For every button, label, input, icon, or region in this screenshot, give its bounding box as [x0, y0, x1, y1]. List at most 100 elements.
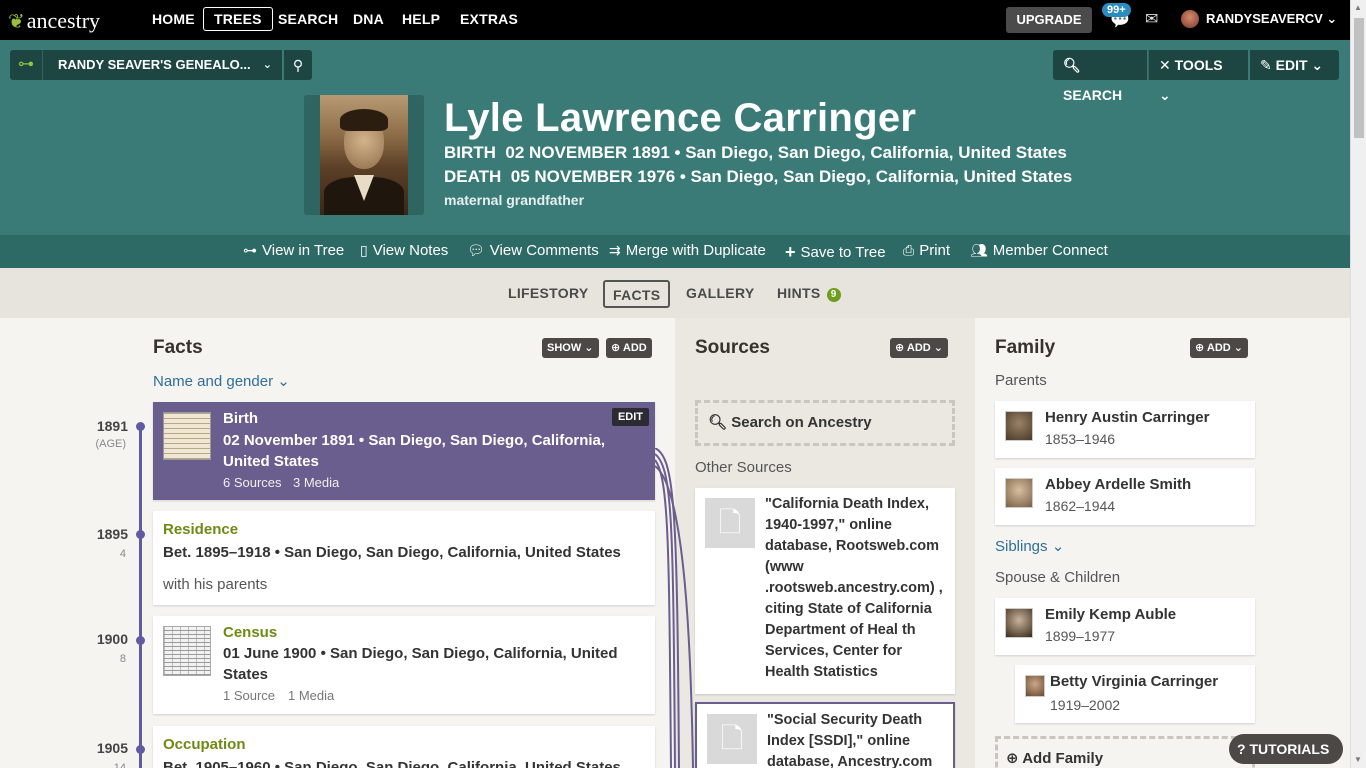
member-connect-link[interactable]: 👥︎ Member Connect — [970, 242, 1108, 259]
parent-card-father[interactable]: Henry Austin Carringer 1853–1946 — [995, 401, 1255, 458]
timeline-line — [139, 426, 142, 768]
fact-media-count[interactable]: 3 Media — [293, 475, 339, 490]
source-card-selected[interactable]: 🗋︎ "Social Security Death Index [SSDI],"… — [695, 702, 955, 768]
portrait-image — [320, 95, 408, 215]
nav-search[interactable]: SEARCH — [278, 8, 338, 30]
page-scrollbar[interactable]: ▲ ▼ — [1350, 0, 1366, 768]
spouse-children-label: Spouse & Children — [995, 569, 1121, 586]
fact-title: Birth — [223, 410, 258, 427]
person-name: Abbey Ardelle Smith — [1045, 476, 1192, 493]
timeline-dot — [136, 422, 145, 431]
fact-census[interactable]: Census 01 June 1900 • San Diego, San Die… — [153, 616, 655, 714]
user-avatar[interactable] — [1181, 10, 1199, 28]
tree-icon[interactable]: ⊶ — [10, 50, 42, 80]
upgrade-button[interactable]: UPGRADE — [1006, 7, 1092, 33]
add-source-button[interactable]: ⊕ ADD ⌄ — [890, 338, 948, 358]
search-icon: 🔍︎ — [1063, 57, 1081, 73]
show-button[interactable]: SHOW ⌄ — [542, 338, 599, 358]
plus-circle-icon: ⊕ — [1006, 750, 1019, 767]
person-name: Emily Kemp Auble — [1045, 606, 1177, 623]
relationship-label: maternal grandfather — [444, 192, 585, 208]
nav-help[interactable]: HELP — [402, 8, 440, 30]
siblings-toggle[interactable]: Siblings ⌄ — [995, 537, 1064, 555]
merge-duplicate-link[interactable]: ⇉ Merge with Duplicate — [609, 242, 766, 259]
add-family-button[interactable]: ⊕ Add Family — [995, 736, 1255, 768]
facts-heading: Facts — [153, 337, 203, 358]
census-record-thumbnail[interactable] — [163, 626, 211, 676]
username[interactable]: RANDYSEAVERCV ⌄ — [1206, 11, 1337, 27]
document-icon: 🗋︎ — [707, 714, 757, 764]
plus-circle-icon: ⊕ — [1195, 342, 1205, 354]
avatar — [1025, 675, 1045, 697]
death-summary: DEATH 05 NOVEMBER 1976 • San Diego, San … — [444, 167, 1073, 186]
mail-icon[interactable]: ✉ — [1145, 9, 1158, 29]
nav-home[interactable]: HOME — [152, 8, 195, 30]
view-comments-link[interactable]: 💬︎ View Comments — [467, 242, 599, 259]
name-gender-toggle[interactable]: Name and gender ⌄ — [153, 372, 290, 390]
tab-gallery[interactable]: GALLERY — [678, 280, 762, 308]
edit-button[interactable]: ✎ EDIT ⌄ — [1250, 50, 1339, 80]
tab-lifestory[interactable]: LIFESTORY — [500, 280, 597, 308]
fact-sources-count[interactable]: 1 Source — [223, 688, 275, 703]
source-citation: "Social Security Death Index [SSDI]," on… — [767, 712, 933, 768]
scroll-thumb[interactable] — [1354, 18, 1364, 138]
sources-heading: Sources — [695, 337, 770, 358]
ancestry-logo[interactable]: ❦ ancestry — [8, 8, 100, 34]
fact-detail: 01 June 1900 • San Diego, San Diego, Cal… — [223, 645, 618, 683]
notes-icon: ▯ — [360, 242, 368, 258]
person-header: ⊶ RANDY SEAVER'S GENEALO... ⌄ ⚲ 🔍︎ SEARCH… — [0, 40, 1350, 235]
scroll-up-icon[interactable]: ▲ — [1354, 3, 1362, 12]
scroll-down-icon[interactable]: ▼ — [1354, 755, 1362, 764]
view-notes-link[interactable]: ▯ View Notes — [360, 242, 448, 259]
fact-year: 1905 — [96, 740, 128, 756]
child-card[interactable]: Betty Virginia Carringer 1919–2002 — [1015, 665, 1255, 723]
person-dates: 1919–2002 — [1050, 697, 1121, 713]
nav-extras[interactable]: EXTRAS — [460, 8, 518, 30]
print-link[interactable]: ⎙ Print — [903, 242, 950, 259]
fact-age: 14 — [113, 762, 126, 768]
tab-hints[interactable]: HINTS 9 — [769, 280, 849, 308]
fact-sources-count[interactable]: 6 Sources — [223, 475, 282, 490]
fact-title: Census — [223, 624, 278, 641]
person-name: Lyle Lawrence Carringer — [444, 96, 917, 140]
tab-facts[interactable]: FACTS — [603, 280, 671, 308]
fact-occupation[interactable]: Occupation Bet. 1905–1960 • San Diego, S… — [153, 726, 655, 768]
tree-selector[interactable]: RANDY SEAVER'S GENEALO... ⌄ — [42, 50, 282, 80]
tools-button[interactable]: ✕ TOOLS ⌄ — [1148, 50, 1248, 103]
plus-icon: + — [785, 242, 796, 262]
search-tool-button[interactable]: 🔍︎ SEARCH — [1053, 50, 1147, 103]
fact-birth[interactable]: Birth 02 November 1891 • San Diego, San … — [153, 402, 655, 500]
family-heading: Family — [995, 337, 1056, 358]
save-to-tree-link[interactable]: + Save to Tree — [785, 242, 886, 263]
find-person-icon[interactable]: ⚲ — [284, 50, 312, 80]
view-in-tree-link[interactable]: ⊶ View in Tree — [243, 242, 344, 259]
print-icon: ⎙ — [903, 242, 915, 258]
fact-age: 8 — [119, 653, 126, 665]
spouse-card[interactable]: Emily Kemp Auble 1899–1977 — [995, 598, 1255, 655]
nav-trees[interactable]: TREES — [203, 7, 273, 31]
fact-residence[interactable]: Residence Bet. 1895–1918 • San Diego, Sa… — [153, 511, 655, 605]
tree-icon: ⊶ — [243, 242, 257, 258]
profile-photo[interactable] — [304, 95, 424, 215]
person-dates: 1862–1944 — [1045, 498, 1116, 514]
main-content: Facts SHOW ⌄ ⊕ ADD Name and gender ⌄ 189… — [0, 318, 1350, 768]
add-fact-button[interactable]: ⊕ ADD — [606, 338, 652, 358]
plus-circle-icon: ⊕ — [611, 342, 621, 354]
edit-fact-button[interactable]: EDIT — [611, 408, 649, 426]
search-on-ancestry-button[interactable]: 🔍︎ Search on Ancestry — [695, 400, 955, 446]
tutorials-button[interactable]: ? TUTORIALS — [1229, 734, 1343, 764]
add-family-member-button[interactable]: ⊕ ADD ⌄ — [1190, 338, 1248, 358]
merge-icon: ⇉ — [609, 242, 621, 258]
document-icon: 🗋︎ — [705, 498, 755, 548]
fact-year: 1895 — [96, 526, 128, 542]
search-icon: 🔍︎ — [708, 414, 728, 431]
timeline-dot — [136, 636, 145, 645]
birth-record-thumbnail[interactable] — [163, 412, 211, 460]
source-card[interactable]: 🗋︎ "California Death Index, 1940-1997," … — [695, 488, 955, 694]
profile-tabs: LIFESTORY FACTS GALLERY HINTS 9 — [0, 268, 1350, 318]
fact-media-count[interactable]: 1 Media — [288, 688, 334, 703]
parent-card-mother[interactable]: Abbey Ardelle Smith 1862–1944 — [995, 468, 1255, 525]
fact-year: 1900 — [96, 631, 128, 647]
nav-dna[interactable]: DNA — [353, 8, 384, 30]
other-sources-label: Other Sources — [695, 459, 792, 476]
